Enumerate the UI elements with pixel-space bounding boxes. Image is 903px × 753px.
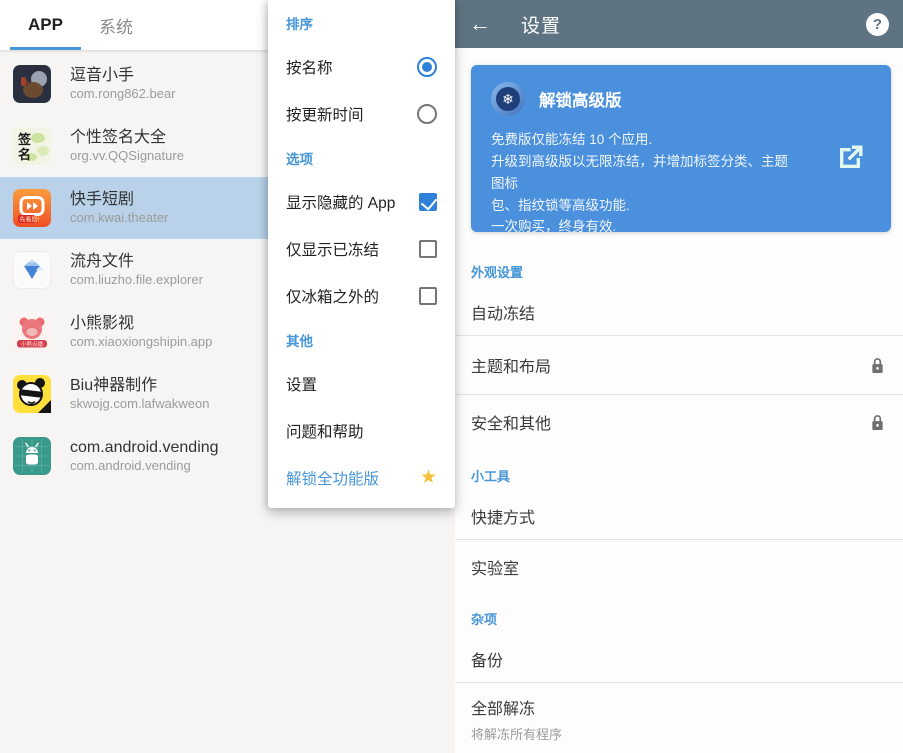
menu-other-header: 其他: [268, 319, 455, 360]
row-label: 全部解冻: [471, 695, 887, 719]
menu-item-only-outside[interactable]: 仅冰箱之外的: [268, 272, 455, 319]
row-theme-layout[interactable]: 主题和布局: [455, 336, 903, 394]
app-package: com.rong862.bear: [70, 87, 176, 101]
menu-item-label: 显示隐藏的 App: [286, 191, 419, 213]
settings-panel: ← 设置 ? ❄ 解锁高级版 免费版仅能冻结 10 个应用. 升级到高级版以无限…: [455, 0, 903, 753]
checkbox-checked-icon[interactable]: [419, 193, 437, 211]
settings-title: 设置: [521, 11, 561, 38]
open-in-new-icon[interactable]: [835, 143, 865, 173]
row-security-other[interactable]: 安全和其他: [455, 395, 903, 449]
app-name: Biu神器制作: [70, 377, 209, 395]
menu-item-label: 仅显示已冻结: [286, 238, 419, 260]
row-sublabel: 将解冻所有程序: [471, 724, 887, 743]
menu-item-sort-by-update[interactable]: 按更新时间: [268, 90, 455, 137]
unlock-premium-card[interactable]: ❄ 解锁高级版 免费版仅能冻结 10 个应用. 升级到高级版以无限冻结，并增加标…: [471, 65, 891, 232]
row-label: 安全和其他: [471, 410, 551, 434]
signature-app-icon: 签 名: [13, 127, 51, 165]
app-name: com.android.vending: [70, 439, 219, 457]
app-package: com.liuzho.file.explorer: [70, 273, 203, 287]
pink-bear-app-icon: 小熊点播: [13, 313, 51, 351]
svg-text:名: 名: [18, 147, 31, 162]
menu-item-settings[interactable]: 设置: [268, 360, 455, 407]
app-name: 快手短剧: [70, 191, 168, 209]
app-name: 小熊影视: [70, 315, 212, 333]
promo-title: 解锁高级版: [539, 87, 622, 111]
app-name: 逗音小手: [70, 67, 176, 85]
section-appearance: 外观设置: [455, 232, 903, 289]
menu-sort-header: 排序: [268, 2, 455, 43]
menu-item-label: 按名称: [286, 56, 417, 78]
lock-icon: [870, 356, 885, 375]
menu-item-only-frozen[interactable]: 仅显示已冻结: [268, 225, 455, 272]
snowflake-icon: ❄: [496, 87, 520, 111]
section-widgets: 小工具: [455, 449, 903, 493]
menu-item-label: 设置: [286, 373, 437, 395]
row-label: 实验室: [471, 555, 519, 579]
svg-text:签: 签: [17, 132, 32, 147]
settings-toolbar: ← 设置 ?: [455, 0, 903, 48]
row-shortcuts[interactable]: 快捷方式: [455, 493, 903, 539]
app-package: skwojg.com.lafwakweon: [70, 397, 209, 411]
promo-line: 免费版仅能冻结 10 个应用.: [491, 129, 801, 151]
tab-app[interactable]: APP: [10, 0, 81, 50]
file-explorer-app-icon: [13, 251, 51, 289]
menu-options-header: 选项: [268, 137, 455, 178]
app-package: com.kwai.theater: [70, 211, 168, 225]
freezer-app-logo-icon: ❄: [491, 82, 525, 116]
lock-icon: [870, 413, 885, 432]
row-label: 备份: [471, 647, 503, 671]
promo-line: 包、指纹锁等高级功能.: [491, 195, 801, 217]
promo-line: 升级到高级版以无限冻结，并增加标签分类、主题图标: [491, 151, 801, 195]
row-laboratory[interactable]: 实验室: [455, 540, 903, 594]
freezer-app-screen: APP 系统 逗音小手 com.rong862.bear: [0, 0, 903, 753]
checkbox-unchecked-icon[interactable]: [419, 240, 437, 258]
radio-unselected-icon[interactable]: [417, 104, 437, 124]
android-robot-app-icon: [13, 437, 51, 475]
app-package: com.android.vending: [70, 459, 219, 473]
panda-app-icon: [13, 375, 51, 413]
help-icon[interactable]: ?: [866, 13, 889, 36]
menu-item-sort-by-name[interactable]: 按名称: [268, 43, 455, 90]
row-label: 主题和布局: [471, 353, 551, 377]
menu-item-label: 仅冰箱之外的: [286, 285, 419, 307]
tab-app-label: APP: [28, 15, 63, 35]
row-label: 自动冻结: [471, 300, 535, 324]
tab-system[interactable]: 系统: [81, 0, 151, 50]
checkbox-unchecked-icon[interactable]: [419, 287, 437, 305]
app-package: com.xiaoxiongshipin.app: [70, 335, 212, 349]
menu-item-help[interactable]: 问题和帮助: [268, 407, 455, 454]
menu-item-show-hidden[interactable]: 显示隐藏的 App: [268, 178, 455, 225]
svg-text:小熊点播: 小熊点播: [21, 340, 44, 348]
menu-item-label: 按更新时间: [286, 103, 417, 125]
menu-item-label: 解锁全功能版: [286, 467, 414, 489]
app-package: org.vv.QQSignature: [70, 149, 184, 163]
radio-selected-icon[interactable]: [417, 57, 437, 77]
row-auto-freeze[interactable]: 自动冻结: [455, 289, 903, 335]
menu-item-unlock-full[interactable]: 解锁全功能版 ★: [268, 454, 455, 501]
app-name: 流舟文件: [70, 253, 203, 271]
tab-system-label: 系统: [99, 13, 133, 38]
row-backup[interactable]: 备份: [455, 636, 903, 682]
promo-description: 免费版仅能冻结 10 个应用. 升级到高级版以无限冻结，并增加标签分类、主题图标…: [491, 129, 801, 238]
section-misc: 杂项: [455, 594, 903, 636]
star-icon: ★: [420, 466, 437, 489]
svg-text:先看剧!: 先看剧!: [20, 215, 40, 223]
app-name: 个性签名大全: [70, 129, 184, 147]
row-label: 快捷方式: [471, 504, 535, 528]
theater-app-icon: 先看剧!: [13, 189, 51, 227]
menu-item-label: 问题和帮助: [286, 420, 437, 442]
bear-app-icon: [13, 65, 51, 103]
promo-line: 一次购买，终身有效.: [491, 216, 801, 238]
overflow-menu: 排序 按名称 按更新时间 选项 显示隐藏的 App 仅显示已冻结 仅冰箱之外的 …: [268, 0, 455, 508]
back-arrow-icon[interactable]: ←: [469, 13, 499, 35]
row-unfreeze-all[interactable]: 全部解冻 将解冻所有程序: [455, 683, 903, 753]
